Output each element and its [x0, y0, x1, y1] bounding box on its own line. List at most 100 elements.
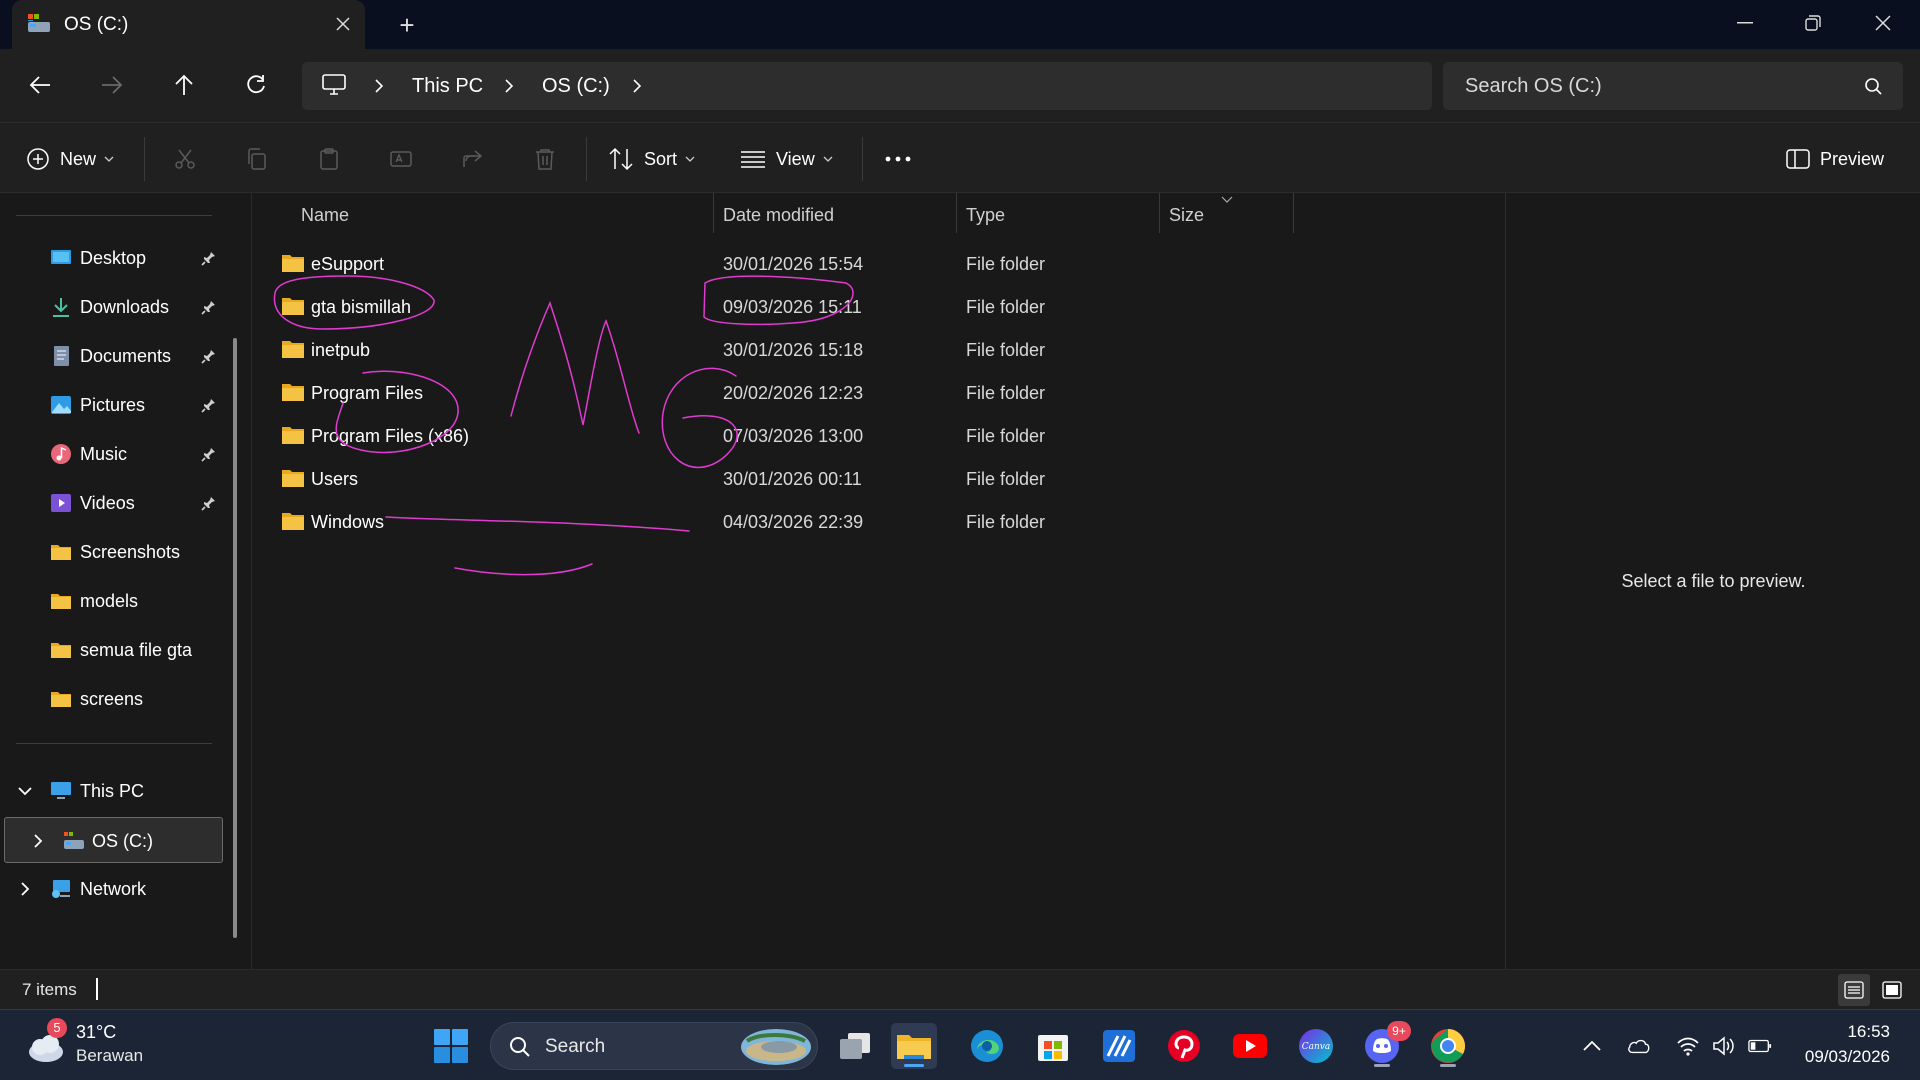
minimize-icon [1737, 22, 1753, 24]
taskbar-pinterest[interactable] [1161, 1023, 1207, 1069]
table-row[interactable]: eSupport 30/01/2026 15:54 File folder [253, 246, 1253, 282]
search-input[interactable]: Search OS (C:) [1443, 62, 1903, 110]
sidebar-item-desktop[interactable]: Desktop [0, 235, 240, 281]
column-header-date-modified[interactable]: Date modified [723, 205, 834, 235]
tab-os-c[interactable]: OS (C:) [12, 0, 365, 49]
share-icon [463, 150, 483, 167]
breadcrumb-os-c[interactable]: OS (C:) [542, 75, 610, 98]
new-button[interactable]: New [26, 141, 114, 177]
sidebar-item-music[interactable]: Music [0, 431, 240, 477]
taskbar-search[interactable]: Search [490, 1022, 818, 1070]
sidebar-item-models[interactable]: models [0, 578, 240, 624]
taskbar-chrome[interactable] [1425, 1023, 1471, 1069]
sort-label: Sort [644, 148, 678, 169]
column-header-type[interactable]: Type [966, 205, 1005, 235]
chevron-right-icon[interactable] [29, 832, 47, 850]
chevron-right-icon[interactable] [630, 74, 644, 98]
table-row[interactable]: Users 30/01/2026 00:11 File folder [253, 461, 1253, 497]
close-tab-button[interactable] [328, 8, 358, 40]
sidebar-item-label: Screenshots [80, 542, 181, 562]
column-divider[interactable] [713, 193, 714, 233]
forward-button[interactable] [92, 65, 132, 105]
chevron-right-icon[interactable] [502, 74, 516, 98]
column-divider[interactable] [1293, 193, 1294, 233]
share-button[interactable] [459, 145, 487, 173]
show-hidden-icons-button[interactable] [1580, 1034, 1604, 1058]
restore-button[interactable] [1778, 0, 1848, 46]
folder-icon [51, 545, 71, 560]
table-row[interactable]: Windows 04/03/2026 22:39 File folder [253, 504, 1253, 540]
pin-icon[interactable] [200, 445, 218, 463]
sidebar-item-documents[interactable]: Documents [0, 333, 240, 379]
column-divider[interactable] [1159, 193, 1160, 233]
rename-icon [390, 151, 412, 167]
close-window-button[interactable] [1848, 0, 1918, 46]
column-divider[interactable] [956, 193, 957, 233]
sidebar-item-os-c[interactable]: OS (C:) [4, 817, 223, 863]
pin-icon[interactable] [200, 396, 218, 414]
address-bar[interactable]: This PC OS (C:) [302, 62, 1432, 110]
start-button[interactable] [428, 1023, 474, 1069]
table-row[interactable]: Program Files 20/02/2026 12:23 File folder [253, 375, 1253, 411]
file-type: File folder [966, 469, 1046, 489]
taskbar-file-explorer[interactable] [891, 1023, 937, 1069]
volume-tray[interactable] [1712, 1034, 1736, 1058]
clipboard-icon [320, 148, 338, 170]
taskbar-edge[interactable] [964, 1023, 1010, 1069]
sidebar-item-screens[interactable]: screens [0, 676, 240, 722]
download-icon [53, 298, 69, 317]
cut-button[interactable] [171, 145, 199, 173]
taskbar-zoho-app[interactable] [1096, 1023, 1142, 1069]
paste-button[interactable] [315, 145, 343, 173]
sidebar-scrollbar[interactable] [233, 338, 237, 938]
large-icons-view-button[interactable] [1876, 974, 1908, 1006]
close-icon [1875, 15, 1891, 31]
taskbar-canva[interactable]: Canva [1293, 1023, 1339, 1069]
pin-icon[interactable] [200, 298, 218, 316]
details-view-button[interactable] [1838, 974, 1870, 1006]
tab-title: OS (C:) [64, 14, 129, 35]
sidebar-item-semua-file-gta[interactable]: semua file gta [0, 627, 240, 673]
pin-icon[interactable] [200, 347, 218, 365]
table-row[interactable]: gta bismillah 09/03/2026 15:11 File folder [253, 289, 1253, 325]
chevron-right-icon[interactable] [372, 74, 386, 98]
taskbar-youtube[interactable] [1227, 1023, 1273, 1069]
sort-button[interactable]: Sort [608, 141, 695, 177]
up-button[interactable] [164, 65, 204, 105]
onedrive-tray[interactable] [1627, 1034, 1651, 1058]
refresh-button[interactable] [236, 65, 276, 105]
pin-icon[interactable] [200, 249, 218, 267]
table-row[interactable]: Program Files (x86) 07/03/2026 13:00 File … [253, 418, 1253, 454]
chevron-down-icon[interactable] [16, 782, 34, 800]
sidebar-item-videos[interactable]: Videos [0, 480, 240, 526]
search-highlight-image [741, 1029, 811, 1065]
more-options-button[interactable] [884, 145, 912, 173]
pin-icon[interactable] [200, 494, 218, 512]
back-button[interactable] [20, 65, 60, 105]
battery-tray[interactable] [1748, 1034, 1772, 1058]
sidebar-item-downloads[interactable]: Downloads [0, 284, 240, 330]
sidebar-item-network[interactable]: Network [0, 866, 240, 912]
copy-button[interactable] [243, 145, 271, 173]
rename-button[interactable] [387, 145, 415, 173]
file-name: eSupport [311, 254, 385, 274]
breadcrumb-this-pc[interactable]: This PC [412, 75, 483, 98]
column-header-size[interactable]: Size [1169, 205, 1204, 235]
delete-button[interactable] [531, 145, 559, 173]
view-button[interactable]: View [740, 141, 833, 177]
table-row[interactable]: inetpub 30/01/2026 15:18 File folder [253, 332, 1253, 368]
column-header-name[interactable]: Name [301, 205, 349, 235]
taskbar-discord[interactable]: 9+ [1359, 1021, 1411, 1069]
weather-badge: 5 [47, 1018, 67, 1038]
sidebar-item-pictures[interactable]: Pictures [0, 382, 240, 428]
chevron-right-icon[interactable] [16, 880, 34, 898]
status-bar: 7 items [0, 969, 1920, 1009]
sidebar-item-this-pc[interactable]: This PC [0, 768, 240, 814]
minimize-button[interactable] [1710, 0, 1780, 46]
sidebar-item-screenshots[interactable]: Screenshots [0, 529, 240, 575]
new-tab-button[interactable]: + [390, 8, 424, 42]
taskbar-microsoft-store[interactable] [1030, 1023, 1076, 1069]
wifi-tray[interactable] [1676, 1034, 1700, 1058]
preview-pane-button[interactable]: Preview [1786, 141, 1884, 177]
task-view-button[interactable] [832, 1023, 878, 1069]
